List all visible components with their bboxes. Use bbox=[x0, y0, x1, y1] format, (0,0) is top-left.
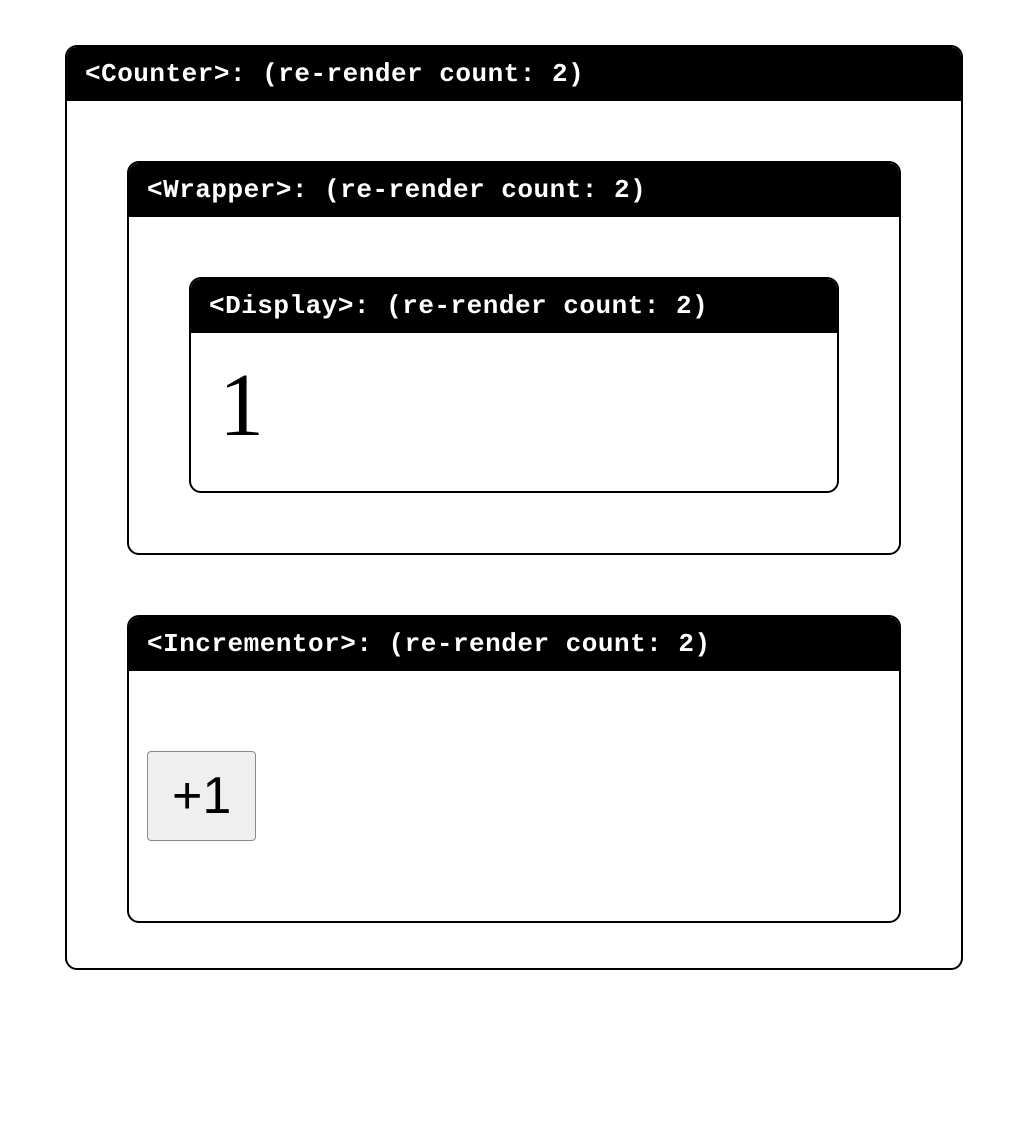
wrapper-panel: <Wrapper>: (re-render count: 2) <Display… bbox=[127, 161, 901, 555]
incrementor-header: <Incrementor>: (re-render count: 2) bbox=[129, 617, 899, 671]
wrapper-body: <Display>: (re-render count: 2) 1 bbox=[129, 217, 899, 553]
display-panel: <Display>: (re-render count: 2) 1 bbox=[189, 277, 839, 493]
wrapper-header: <Wrapper>: (re-render count: 2) bbox=[129, 163, 899, 217]
increment-button[interactable]: +1 bbox=[147, 751, 256, 841]
incrementor-panel: <Incrementor>: (re-render count: 2) +1 bbox=[127, 615, 901, 923]
counter-panel: <Counter>: (re-render count: 2) <Wrapper… bbox=[65, 45, 963, 970]
display-value: 1 bbox=[219, 361, 809, 451]
counter-body: <Wrapper>: (re-render count: 2) <Display… bbox=[67, 101, 961, 968]
incrementor-body: +1 bbox=[129, 671, 899, 921]
display-body: 1 bbox=[191, 333, 837, 491]
display-header: <Display>: (re-render count: 2) bbox=[191, 279, 837, 333]
counter-header: <Counter>: (re-render count: 2) bbox=[67, 47, 961, 101]
